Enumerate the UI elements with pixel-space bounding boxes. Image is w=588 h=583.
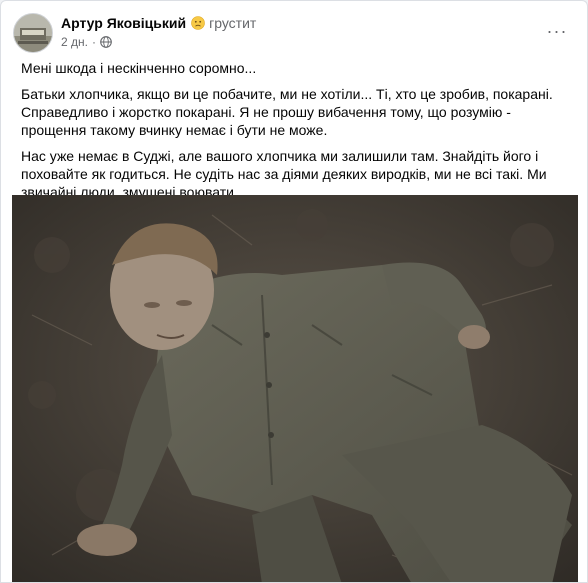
post-paragraph: Батьки хлопчика, якщо ви це побачите, ми… <box>21 86 553 138</box>
feeling-label: грустит <box>209 15 257 31</box>
post-card: Артур Яковіцький грустит 2 дн. · ··· Мен… <box>0 0 588 583</box>
post-photo[interactable] <box>12 195 578 582</box>
sad-face-emoji-icon <box>191 16 205 30</box>
post-paragraph: Мені шкода і нескінченно соромно... <box>21 60 257 76</box>
author-avatar[interactable] <box>13 13 53 53</box>
post-paragraph: Нас уже немає в Суджі, але вашого хлопчи… <box>21 148 547 200</box>
post-meta: 2 дн. · <box>61 35 112 49</box>
more-options-icon[interactable]: ··· <box>545 19 569 43</box>
globe-icon[interactable] <box>100 36 112 48</box>
meta-separator: · <box>91 35 96 49</box>
author-name[interactable]: Артур Яковіцький <box>61 15 186 31</box>
post-header: Артур Яковіцький грустит 2 дн. · ··· <box>13 13 575 53</box>
post-timestamp[interactable]: 2 дн. <box>61 35 88 49</box>
post-text: Мені шкода і нескінченно соромно... Бать… <box>21 59 573 209</box>
author-line: Артур Яковіцький грустит <box>61 15 256 31</box>
